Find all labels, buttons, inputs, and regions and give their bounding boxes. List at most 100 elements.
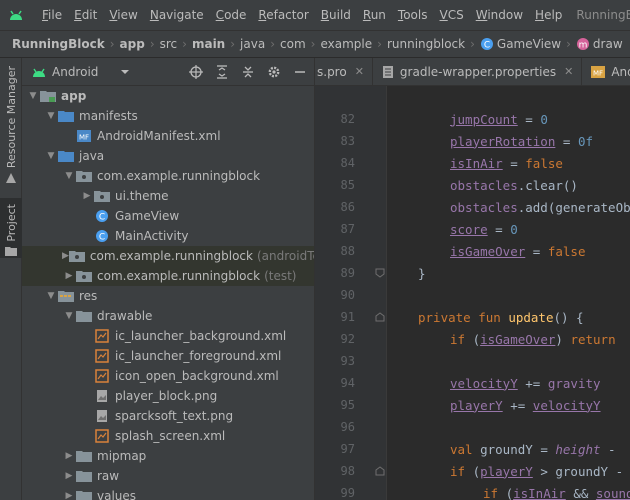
tree-item-ui-theme[interactable]: ▶ ui.theme bbox=[22, 186, 314, 206]
project-tab[interactable]: Project bbox=[0, 198, 22, 258]
left-tool-strip: Resource Manager Project bbox=[0, 58, 22, 500]
fold-marker-icon[interactable] bbox=[375, 466, 385, 476]
collapse-arrow-icon[interactable]: ▶ bbox=[62, 246, 69, 266]
tree-item-sparcksoft-text[interactable]: sparcksoft_text.png bbox=[22, 406, 314, 426]
menu-tools[interactable]: Tools bbox=[392, 0, 434, 30]
code-editor[interactable]: 82 jumpCount = 0 83 playerRotation = 0f … bbox=[315, 86, 630, 500]
code-line[interactable]: 91 private fun update() { bbox=[315, 306, 630, 328]
code-line[interactable]: 87 score = 0 bbox=[315, 218, 630, 240]
breadcrumb: RunningBlock › app › src › main › java ›… bbox=[0, 30, 630, 58]
menu-window[interactable]: Window bbox=[470, 0, 529, 30]
breadcrumb-runningblock[interactable]: runningblock bbox=[387, 37, 465, 51]
gear-icon[interactable] bbox=[266, 64, 282, 80]
tree-label: ui.theme bbox=[115, 189, 169, 203]
breadcrumb-example[interactable]: example bbox=[320, 37, 372, 51]
fold-marker-icon[interactable] bbox=[375, 268, 385, 278]
tree-item-drawable[interactable]: ▼ drawable bbox=[22, 306, 314, 326]
expand-arrow-icon[interactable]: ▼ bbox=[62, 306, 76, 326]
breadcrumb-app[interactable]: app bbox=[120, 37, 145, 51]
tree-item-res[interactable]: ▼ res bbox=[22, 286, 314, 306]
tree-item-ic-launcher-background[interactable]: ic_launcher_background.xml bbox=[22, 326, 314, 346]
collapse-arrow-icon[interactable]: ▶ bbox=[62, 446, 76, 466]
expand-all-icon[interactable] bbox=[214, 64, 230, 80]
collapse-arrow-icon[interactable]: ▶ bbox=[62, 266, 76, 286]
breadcrumb-main[interactable]: main bbox=[192, 37, 225, 51]
breadcrumb-com[interactable]: com bbox=[280, 37, 306, 51]
breadcrumb-project[interactable]: RunningBlock bbox=[12, 37, 105, 51]
code-line[interactable]: 83 playerRotation = 0f bbox=[315, 130, 630, 152]
code-line[interactable]: 92 if (isGameOver) return bbox=[315, 328, 630, 350]
expand-arrow-icon[interactable]: ▼ bbox=[44, 286, 58, 306]
code-line[interactable]: 89 } bbox=[315, 262, 630, 284]
fold-marker-icon[interactable] bbox=[375, 312, 385, 322]
code-line[interactable]: 88 isGameOver = false bbox=[315, 240, 630, 262]
tree-item-manifests[interactable]: ▼ manifests bbox=[22, 106, 314, 126]
resource-manager-tab[interactable]: Resource Manager bbox=[0, 66, 22, 186]
code-line[interactable]: 84 isInAir = false bbox=[315, 152, 630, 174]
tree-item-ic-launcher-foreground[interactable]: ic_launcher_foreground.xml bbox=[22, 346, 314, 366]
tab-gradle-wrapper-properties[interactable]: gradle-wrapper.properties ✕ bbox=[373, 58, 583, 85]
expand-arrow-icon[interactable]: ▼ bbox=[26, 86, 40, 106]
code-line[interactable]: 95 playerY += velocityY bbox=[315, 394, 630, 416]
collapse-arrow-icon[interactable]: ▶ bbox=[62, 466, 76, 486]
breadcrumb-src[interactable]: src bbox=[160, 37, 178, 51]
menu-file[interactable]: File bbox=[36, 0, 68, 30]
expand-arrow-icon[interactable]: ▼ bbox=[44, 146, 58, 166]
project-view-selector[interactable]: Android bbox=[32, 65, 130, 79]
breadcrumb-gameview[interactable]: C GameView bbox=[480, 37, 561, 51]
menu-navigate[interactable]: Navigate bbox=[144, 0, 210, 30]
collapse-all-icon[interactable] bbox=[240, 64, 256, 80]
code-line[interactable]: 97 val groundY = height - bbox=[315, 438, 630, 460]
tab-pro-file[interactable]: s.pro ✕ bbox=[315, 58, 373, 85]
collapse-arrow-icon[interactable]: ▶ bbox=[80, 186, 94, 206]
tree-item-package-test[interactable]: ▶ com.example.runningblock (test) bbox=[22, 266, 314, 286]
tree-item-player-block[interactable]: player_block.png bbox=[22, 386, 314, 406]
code-line[interactable]: 98 if (playerY > groundY - bbox=[315, 460, 630, 482]
code-line[interactable]: 93 bbox=[315, 350, 630, 372]
tree-item-package-main[interactable]: ▼ com.example.runningblock bbox=[22, 166, 314, 186]
menu-view[interactable]: View bbox=[103, 0, 143, 30]
tree-item-values[interactable]: ▶ values bbox=[22, 486, 314, 500]
menu-run[interactable]: Run bbox=[357, 0, 392, 30]
tree-item-mainactivity[interactable]: C MainActivity bbox=[22, 226, 314, 246]
menu-help[interactable]: Help bbox=[529, 0, 568, 30]
menu-edit[interactable]: Edit bbox=[68, 0, 103, 30]
tree-item-icon-open-background[interactable]: icon_open_background.xml bbox=[22, 366, 314, 386]
tree-item-mipmap[interactable]: ▶ mipmap bbox=[22, 446, 314, 466]
code-line[interactable]: 82 jumpCount = 0 bbox=[315, 108, 630, 130]
tree-item-app[interactable]: ▼ app bbox=[22, 86, 314, 106]
code-line[interactable]: 86 obstacles.add(generateObstacle()) bbox=[315, 196, 630, 218]
menu-refactor[interactable]: Refactor bbox=[252, 0, 314, 30]
tree-item-android-manifest[interactable]: MF AndroidManifest.xml bbox=[22, 126, 314, 146]
breadcrumb-separator-icon: › bbox=[182, 37, 187, 51]
tree-item-raw[interactable]: ▶ raw bbox=[22, 466, 314, 486]
tree-label-suffix: (test) bbox=[264, 269, 297, 283]
locate-icon[interactable] bbox=[188, 64, 204, 80]
line-number: 83 bbox=[340, 134, 355, 148]
close-icon[interactable]: ✕ bbox=[564, 65, 573, 78]
code-line[interactable]: 94 velocityY += gravity bbox=[315, 372, 630, 394]
tree-item-splash-screen[interactable]: splash_screen.xml bbox=[22, 426, 314, 446]
menu-vcs[interactable]: VCS bbox=[434, 0, 470, 30]
tree-item-gameview[interactable]: C GameView bbox=[22, 206, 314, 226]
tree-label: AndroidManifest.xml bbox=[97, 129, 221, 143]
collapse-arrow-icon[interactable]: ▶ bbox=[62, 486, 76, 500]
tree-label: raw bbox=[97, 469, 120, 483]
hide-panel-icon[interactable] bbox=[292, 64, 308, 80]
folder-icon bbox=[76, 468, 92, 484]
line-number: 91 bbox=[340, 310, 355, 324]
breadcrumb-java[interactable]: java bbox=[240, 37, 265, 51]
code-line[interactable]: 99 if (isInAir && sound bbox=[315, 482, 630, 500]
breadcrumb-draw[interactable]: m draw bbox=[576, 37, 623, 51]
code-line[interactable]: 90 bbox=[315, 284, 630, 306]
tree-item-java[interactable]: ▼ java bbox=[22, 146, 314, 166]
code-line[interactable]: 85 obstacles.clear() bbox=[315, 174, 630, 196]
menu-build[interactable]: Build bbox=[315, 0, 357, 30]
menu-code[interactable]: Code bbox=[210, 0, 253, 30]
code-line[interactable]: 96 bbox=[315, 416, 630, 438]
close-icon[interactable]: ✕ bbox=[355, 65, 364, 78]
tree-item-package-androidtest[interactable]: ▶ com.example.runningblock (androidTest) bbox=[22, 246, 314, 266]
expand-arrow-icon[interactable]: ▼ bbox=[44, 106, 58, 126]
expand-arrow-icon[interactable]: ▼ bbox=[62, 166, 76, 186]
tab-android-manifest[interactable]: MF AndroidM bbox=[582, 58, 630, 85]
